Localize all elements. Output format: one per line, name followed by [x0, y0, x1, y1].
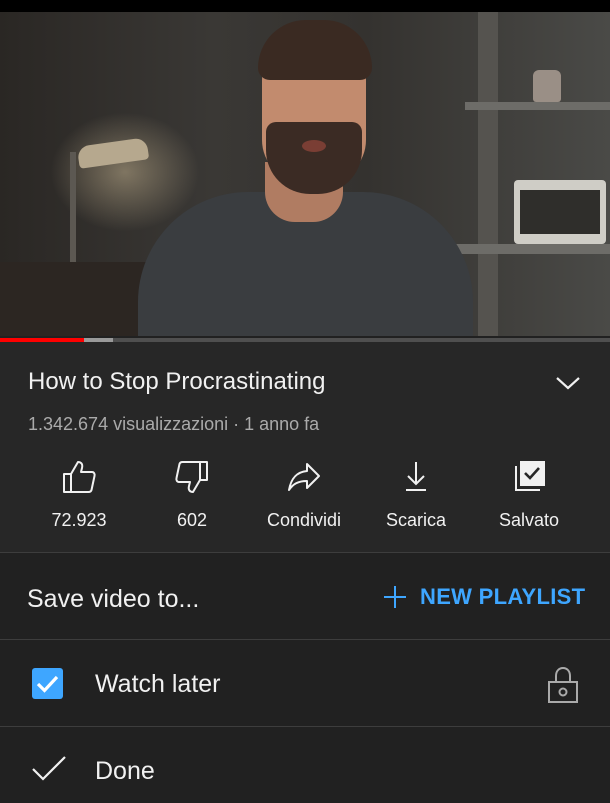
video-frame-person-mouth	[302, 140, 326, 152]
save-label: Salvato	[498, 510, 560, 530]
like-count: 72.923	[51, 510, 107, 530]
save-button[interactable]: Salvato	[473, 450, 585, 531]
video-player[interactable]	[0, 12, 610, 336]
thumbs-up-icon	[63, 461, 96, 493]
playlist-row-watch-later[interactable]: Watch later	[0, 640, 610, 726]
new-playlist-label: NEW PLAYLIST	[420, 584, 586, 609]
download-button[interactable]: Scarica	[360, 450, 472, 531]
dislike-button[interactable]: 602	[136, 450, 248, 531]
video-frame-shelf-post	[478, 12, 498, 336]
share-icon	[288, 463, 320, 491]
action-bar: 72.923 602 Condividi Scarica Salvato	[0, 450, 610, 550]
checkmark-icon	[36, 675, 59, 693]
done-label: Done	[95, 757, 155, 785]
playlist-name: Watch later	[95, 670, 221, 698]
done-check-icon	[32, 756, 66, 781]
download-label: Scarica	[385, 510, 447, 530]
watch-later-checkbox[interactable]	[32, 668, 63, 699]
video-frame-person-beard	[266, 122, 362, 194]
plus-icon	[384, 586, 406, 608]
download-icon	[406, 462, 426, 491]
video-frame-box	[514, 180, 606, 244]
sheet-title: Save video to...	[27, 585, 200, 613]
lock-icon	[548, 666, 578, 703]
saved-playlist-icon	[515, 461, 545, 491]
video-frame-lower-shelf	[448, 244, 610, 254]
done-row[interactable]: Done	[0, 727, 610, 803]
status-bar-strip	[0, 0, 610, 12]
dislike-count: 602	[176, 510, 208, 530]
video-views-line: 1.342.674 visualizzazioni · 1 anno fa	[28, 414, 320, 434]
video-details-panel: How to Stop Procrastinating 1.342.674 vi…	[0, 342, 610, 552]
video-frame-shelf	[465, 102, 610, 110]
thumbs-down-icon	[175, 461, 208, 493]
chevron-down-icon[interactable]	[555, 374, 581, 392]
save-to-playlist-sheet: Save video to... NEW PLAYLIST Watch late…	[0, 553, 610, 803]
video-frame-vase	[533, 70, 561, 102]
share-button[interactable]: Condividi	[248, 450, 360, 531]
video-title[interactable]: How to Stop Procrastinating	[28, 368, 325, 396]
video-frame-person-hair	[258, 20, 372, 80]
new-playlist-button[interactable]: NEW PLAYLIST	[382, 581, 585, 613]
like-button[interactable]: 72.923	[23, 450, 135, 531]
share-label: Condividi	[266, 510, 342, 530]
